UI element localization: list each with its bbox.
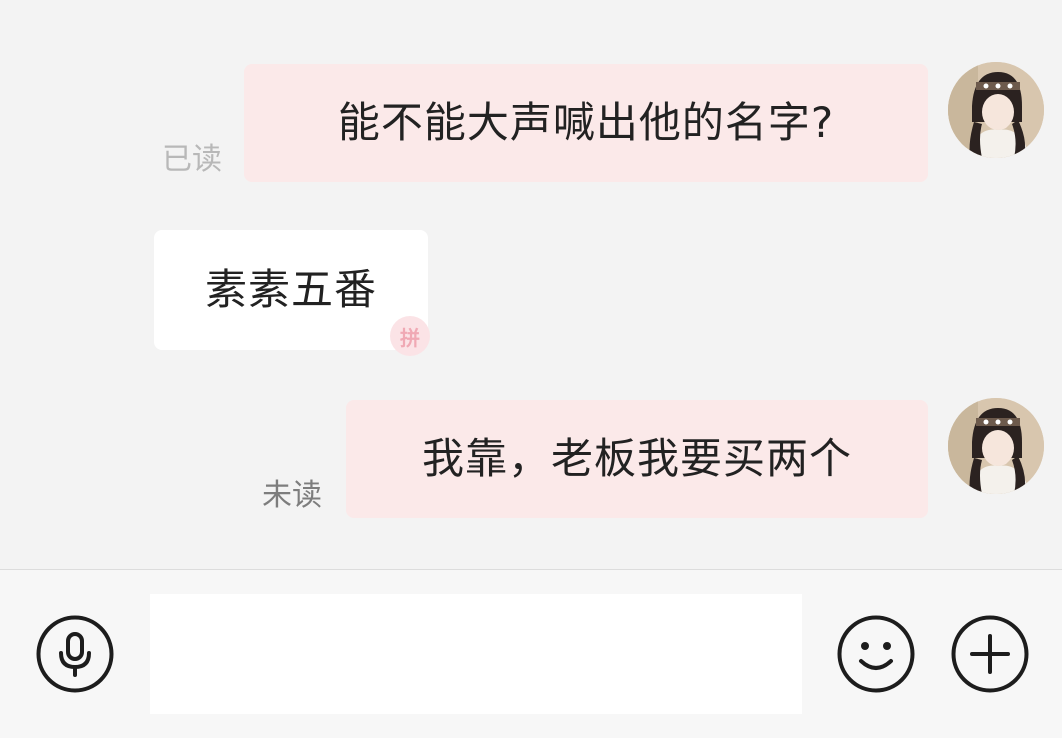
message-text: 能不能大声喊出他的名字?: [337, 98, 835, 147]
more-options-button[interactable]: [951, 615, 1029, 693]
message-input[interactable]: [150, 594, 802, 714]
message-text: 素素五番: [204, 265, 377, 314]
voice-input-button[interactable]: [36, 615, 114, 693]
smiley-icon: [837, 615, 915, 693]
unread-status-label: 未读: [262, 478, 322, 513]
emoji-button[interactable]: [837, 615, 915, 693]
plus-icon: [951, 615, 1029, 693]
avatar-image: [948, 62, 1044, 158]
chat-message-list[interactable]: 已读 能不能大声喊出他的名字? 素素五番 拼 未读 我靠，老板我要买两个: [0, 0, 1062, 570]
incoming-message-bubble[interactable]: 素素五番: [154, 230, 428, 350]
read-status-label: 已读: [162, 142, 222, 177]
pin-tag-icon: 拼: [390, 316, 430, 356]
user-avatar[interactable]: [948, 62, 1044, 158]
user-avatar[interactable]: [948, 398, 1044, 494]
avatar-image: [948, 398, 1044, 494]
message-text: 我靠，老板我要买两个: [421, 434, 852, 483]
outgoing-message-bubble[interactable]: 能不能大声喊出他的名字?: [244, 64, 928, 182]
input-bar: [0, 570, 1062, 738]
outgoing-message-bubble[interactable]: 我靠，老板我要买两个: [346, 400, 928, 518]
microphone-icon: [36, 615, 114, 693]
